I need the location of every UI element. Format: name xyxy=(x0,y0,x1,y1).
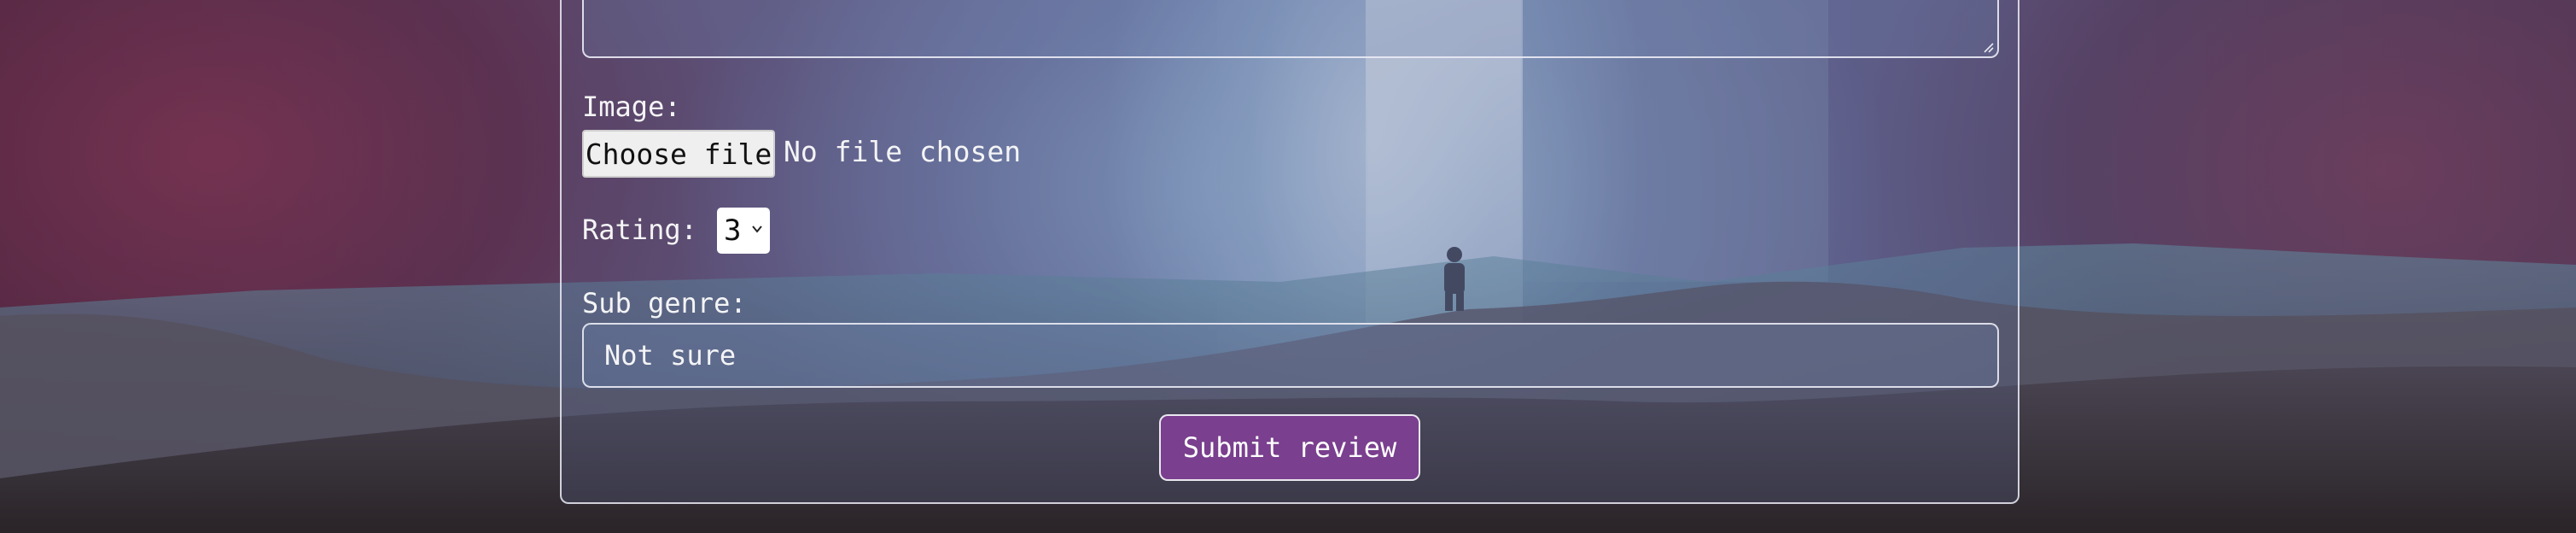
rating-label: Rating: xyxy=(582,214,697,246)
review-textarea[interactable] xyxy=(582,0,1999,58)
choose-file-button[interactable]: Choose file xyxy=(582,130,775,178)
rating-select[interactable]: 3 xyxy=(717,208,770,254)
subgenre-label: Sub genre: xyxy=(582,287,747,319)
file-status-text: No file chosen xyxy=(784,135,1022,168)
chevron-down-icon xyxy=(752,226,762,233)
submit-review-button[interactable]: Submit review xyxy=(1159,414,1420,481)
resize-grip-icon[interactable] xyxy=(1982,41,1994,53)
subgenre-input[interactable] xyxy=(582,323,1999,388)
rating-selected-value: 3 xyxy=(724,214,742,248)
image-label: Image: xyxy=(582,91,681,123)
